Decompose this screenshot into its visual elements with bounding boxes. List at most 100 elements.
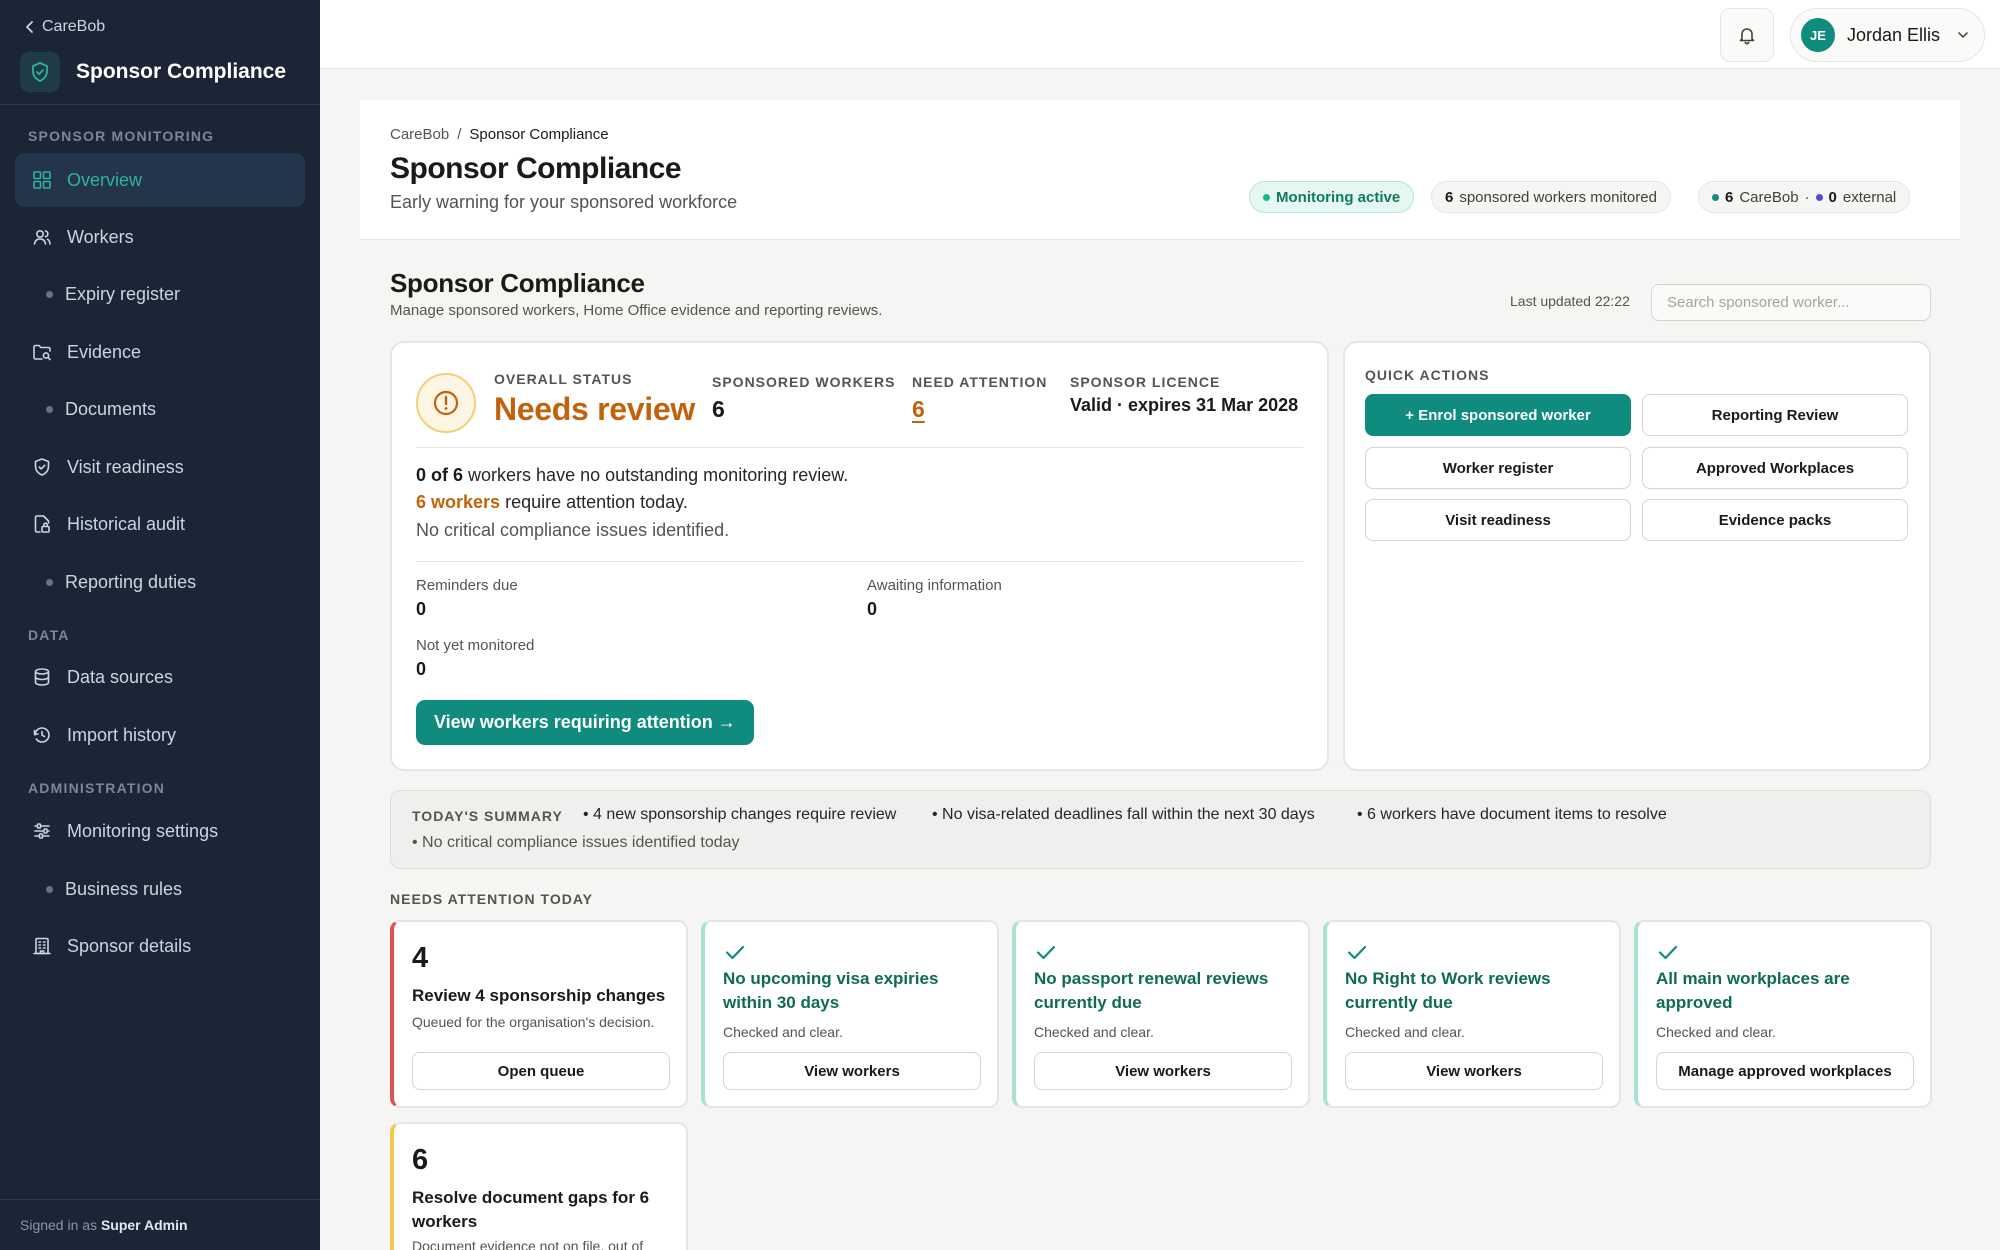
bullet-dot-icon — [46, 578, 53, 586]
attention-card-passport-renewals: No passport renewal reviews currently du… — [1012, 920, 1310, 1108]
sidebar-brand-title: Sponsor Compliance — [76, 60, 287, 83]
breadcrumb-current: Sponsor Compliance — [469, 126, 609, 143]
summary-item: • No critical compliance issues identifi… — [412, 834, 740, 851]
attention-description: Document evidence not on file, out of — [412, 1238, 644, 1250]
sidebar-item-label: Workers — [67, 226, 134, 247]
enrol-sponsored-worker-button[interactable]: + Enrol sponsored worker — [1365, 394, 1631, 436]
attention-card-visa-expiries: No upcoming visa expiries within 30 days… — [701, 920, 999, 1108]
card-divider — [416, 447, 1303, 448]
carebob-dot-icon — [1712, 193, 1719, 201]
quick-actions-title: QUICK ACTIONS — [1365, 367, 1490, 383]
view-workers-button[interactable]: View workers — [723, 1052, 981, 1090]
user-menu-button[interactable]: JE Jordan Ellis — [1790, 8, 1985, 62]
sidebar-item-expiry-register[interactable]: Expiry register — [15, 267, 305, 321]
back-to-carebob-link[interactable]: CareBob — [24, 18, 105, 36]
attention-card-approved-workplaces: All main workplaces are approved Checked… — [1634, 920, 1932, 1108]
notifications-button[interactable] — [1720, 8, 1774, 62]
sidebar-item-visit-readiness[interactable]: Visit readiness — [15, 440, 305, 494]
sponsored-workers-value: 6 — [712, 396, 725, 422]
sidebar-item-business-rules[interactable]: Business rules — [15, 862, 305, 916]
sidebar-item-sponsor-details[interactable]: Sponsor details — [15, 919, 305, 973]
sidebar-item-label: Data sources — [67, 666, 174, 687]
last-updated: Last updated 22:22 — [1510, 293, 1630, 309]
sidebar-item-label: Overview — [67, 169, 143, 190]
review-summary-line: 0 of 6 workers have no outstanding monit… — [416, 465, 848, 486]
attention-card-right-to-work: No Right to Work reviews currently due C… — [1323, 920, 1621, 1108]
manage-approved-workplaces-button[interactable]: Manage approved workplaces — [1656, 1052, 1914, 1090]
awaiting-information-label: Awaiting information — [867, 577, 1002, 594]
page-title: Sponsor Compliance — [390, 152, 682, 185]
reporting-review-button[interactable]: Reporting Review — [1642, 394, 1908, 436]
sidebar-item-label: Import history — [67, 724, 177, 745]
sidebar-section-monitoring: SPONSOR MONITORING — [28, 128, 215, 144]
sidebar-item-monitoring-settings[interactable]: Monitoring settings — [15, 804, 305, 858]
todays-summary-label: TODAY'S SUMMARY — [412, 808, 563, 824]
attention-title: No Right to Work reviews currently due — [1345, 969, 1551, 1012]
sidebar-item-historical-audit[interactable]: Historical audit — [15, 497, 305, 551]
attention-description: Checked and clear. — [1345, 1024, 1465, 1040]
page-header: CareBob / Sponsor Compliance Sponsor Com… — [360, 100, 1960, 240]
todays-summary: TODAY'S SUMMARY • 4 new sponsorship chan… — [390, 790, 1931, 869]
sidebar-item-workers[interactable]: Workers — [15, 210, 305, 264]
attention-count: 6 — [412, 1144, 429, 1176]
sidebar-item-label: Sponsor details — [67, 935, 192, 956]
quick-actions-card: QUICK ACTIONS + Enrol sponsored worker R… — [1343, 341, 1931, 771]
sidebar: CareBob Sponsor Compliance SPONSOR MONIT… — [0, 0, 320, 1250]
sidebar-item-evidence[interactable]: Evidence — [15, 325, 305, 379]
not-yet-monitored-label: Not yet monitored — [416, 637, 535, 654]
view-workers-button[interactable]: View workers — [1345, 1052, 1603, 1090]
visit-readiness-button[interactable]: Visit readiness — [1365, 499, 1631, 541]
sidebar-item-documents[interactable]: Documents — [15, 382, 305, 436]
summary-item: • 4 new sponsorship changes require revi… — [583, 806, 897, 823]
bullet-dot-icon — [46, 290, 53, 298]
signed-in-user: Super Admin — [100, 1217, 188, 1233]
attention-count: 4 — [412, 942, 429, 974]
approved-workplaces-button[interactable]: Approved Workplaces — [1642, 447, 1908, 489]
sidebar-item-label: Reporting duties — [65, 571, 197, 592]
sidebar-item-label: Documents — [65, 398, 157, 419]
bullet-dot-icon — [46, 405, 53, 413]
chevron-left-icon — [26, 21, 33, 33]
view-workers-button[interactable]: View workers — [1034, 1052, 1292, 1090]
critical-issues-line: No critical compliance issues identified… — [416, 520, 730, 540]
need-attention-link[interactable]: 6 — [912, 396, 925, 423]
worker-register-button[interactable]: Worker register — [1365, 447, 1631, 489]
overall-status-value: Needs review — [494, 391, 695, 427]
attention-description: Checked and clear. — [1034, 1024, 1154, 1040]
attention-description: Queued for the organisation's decision. — [412, 1014, 655, 1030]
sidebar-section-administration: ADMINISTRATION — [28, 780, 166, 796]
open-queue-button[interactable]: Open queue — [412, 1052, 670, 1090]
carebob-label: CareBob — [1739, 188, 1799, 206]
status-dot-icon — [1263, 193, 1270, 201]
section-subtitle: Manage sponsored workers, Home Office ev… — [390, 302, 883, 319]
summary-item: • No visa-related deadlines fall within … — [932, 806, 1315, 823]
reminders-due-label: Reminders due — [416, 577, 518, 594]
sidebar-item-import-history[interactable]: Import history — [15, 708, 305, 762]
search-input[interactable] — [1651, 284, 1931, 321]
breadcrumb-root-link[interactable]: CareBob — [390, 126, 449, 143]
not-yet-monitored-value: 0 — [416, 659, 427, 679]
evidence-packs-button[interactable]: Evidence packs — [1642, 499, 1908, 541]
overall-status-card: OVERALL STATUS Needs review SPONSORED WO… — [390, 341, 1329, 771]
sidebar-item-reporting-duties[interactable]: Reporting duties — [15, 555, 305, 609]
attention-description: Checked and clear. — [1656, 1024, 1776, 1040]
attention-card-sponsorship-changes: 4 Review 4 sponsorship changes Queued fo… — [390, 920, 688, 1108]
building-icon — [31, 935, 53, 957]
view-workers-attention-button[interactable]: View workers requiring attention → — [416, 700, 754, 745]
attention-summary-text: require attention today. — [505, 492, 688, 512]
sidebar-item-overview[interactable]: Overview — [15, 153, 305, 207]
grid-icon — [31, 169, 53, 191]
alert-circle-icon — [416, 373, 476, 433]
sidebar-item-data-sources[interactable]: Data sources — [15, 650, 305, 704]
file-lock-icon — [31, 513, 53, 535]
shield-check-icon — [20, 52, 60, 92]
attention-title: No passport renewal reviews currently du… — [1034, 969, 1269, 1012]
history-icon — [31, 724, 53, 746]
avatar: JE — [1801, 18, 1835, 52]
external-label: external — [1842, 188, 1897, 206]
sidebar-item-label: Evidence — [67, 341, 142, 362]
attention-title: All main workplaces are approved — [1656, 969, 1850, 1012]
section-title: Sponsor Compliance — [390, 268, 645, 298]
sidebar-item-label: Business rules — [65, 878, 183, 899]
check-icon — [1036, 945, 1056, 960]
